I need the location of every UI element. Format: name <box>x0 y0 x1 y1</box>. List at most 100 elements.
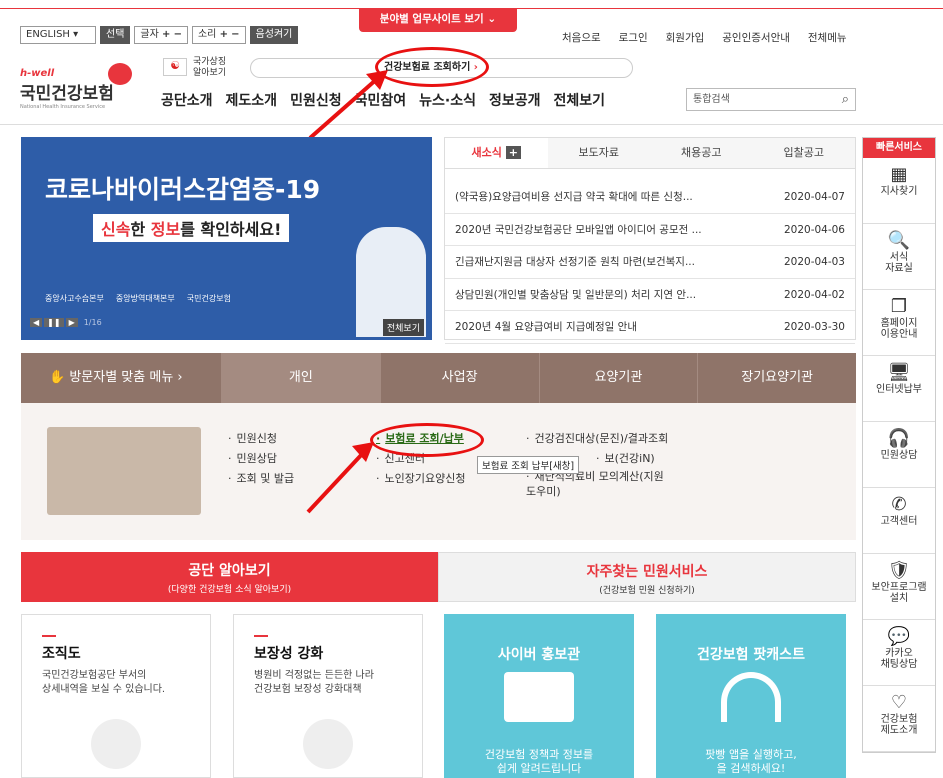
gnb-item[interactable]: 뉴스·소식 <box>419 93 476 109</box>
tab-news[interactable]: 새소식 + <box>445 138 548 168</box>
select-button[interactable]: 선택 <box>100 26 131 44</box>
hero-org: 중앙방역대책본부 <box>115 294 175 303</box>
quick-item[interactable]: 🛡 보안프로그램 설치 <box>863 554 935 620</box>
plus-icon[interactable]: + <box>162 29 170 40</box>
nav-join[interactable]: 회원가입 <box>666 32 705 44</box>
flag-icon[interactable]: ☯ <box>163 58 187 76</box>
tab-recruit[interactable]: 채용공고 <box>650 138 753 168</box>
visitor-title: ✋ 방문자별 맞춤 메뉴 › <box>49 370 183 385</box>
shield-icon: 🛡 <box>887 560 911 581</box>
tab-personal[interactable]: 개인 <box>221 353 380 403</box>
building-icon: ▦ <box>890 164 908 185</box>
minus-icon[interactable]: − <box>231 29 239 40</box>
nav-cert[interactable]: 공인인증서안내 <box>722 32 790 44</box>
quick-item[interactable]: 🎧 민원상담 <box>863 422 935 488</box>
quick-item-label: 보안프로그램 설치 <box>871 582 927 604</box>
menu-link[interactable]: 민원신청 <box>228 429 294 449</box>
gnb-item[interactable]: 전체보기 <box>554 93 606 109</box>
search-input-box[interactable]: 통합검색 ⌕ <box>686 88 856 111</box>
card-cyber[interactable]: 사이버 홍보관 건강보험 정책과 정보를 쉽게 알려드립니다 <box>444 614 634 778</box>
sound-control[interactable]: 소리 + − <box>191 26 246 44</box>
font-size-control[interactable]: 글자 + − <box>134 26 188 44</box>
video-icon <box>504 672 574 722</box>
menu-link[interactable]: 조회 및 발급 <box>228 469 295 489</box>
org-chart-icon <box>91 719 141 769</box>
logo[interactable]: h-well 국민건강보험 National Health Insurance … <box>20 68 114 110</box>
nav-home[interactable]: 처음으로 <box>562 32 601 44</box>
visitor-photo <box>47 427 201 515</box>
nav-all[interactable]: 전체메뉴 <box>808 32 847 44</box>
promo-right-sub: (건강보험 민원 신청하기) <box>599 586 695 596</box>
slide-counter: 1/16 <box>83 318 102 327</box>
card-podcast[interactable]: 건강보험 팟캐스트 팟빵 앱을 실행하고, 을 검색하세요! <box>656 614 846 778</box>
heart-hands-icon <box>303 719 353 769</box>
visitor-menu: ✋ 방문자별 맞춤 메뉴 › 개인 사업장 요양기관 장기요양기관 민원신청 민… <box>21 353 856 540</box>
gnb-item[interactable]: 정보공개 <box>489 93 541 109</box>
hero-banner[interactable]: 코로나바이러스감염증-19 신속한 정보를 확인하세요! 중앙사고수습본부 중앙방… <box>21 137 432 340</box>
nav-login[interactable]: 로그인 <box>619 32 648 44</box>
hero-org: 중앙사고수습본부 <box>45 294 104 303</box>
view-all-button[interactable]: 전체보기 <box>382 319 424 336</box>
promo-right-title: 자주찾는 민원서비스 <box>586 564 708 580</box>
card-org[interactable]: 조직도 국민건강보험공단 부서의 상세내역을 보실 수 있습니다. <box>21 614 211 778</box>
tab-bid[interactable]: 입찰공고 <box>752 138 855 168</box>
quick-item[interactable]: ♡ 건강보험 제도소개 <box>863 686 935 752</box>
quick-item[interactable]: 🖥 인터넷납부 <box>863 356 935 422</box>
heart-icon: ♡ <box>890 692 908 713</box>
quick-item-label: 인터넷납부 <box>876 384 922 395</box>
annotation-arrow <box>306 442 374 514</box>
search-icon[interactable]: ⌕ <box>842 89 849 110</box>
prev-icon[interactable]: ◀ <box>30 318 43 327</box>
quick-item[interactable]: 💬 카카오 채팅상담 <box>863 620 935 686</box>
quick-item[interactable]: ✆ 고객센터 <box>863 488 935 554</box>
plant-icon: ✋ <box>49 370 66 385</box>
tab-business[interactable]: 사업장 <box>379 353 539 403</box>
headphone-icon <box>721 672 781 722</box>
news-item[interactable]: (약국용)요양급여비용 선지급 약국 확대에 따른 신청... 2020-04-0… <box>445 181 855 214</box>
tooltip: 보험료 조회 납부[새창] <box>477 456 580 474</box>
quick-service-panel: 빠른서비스 ▦ 지사찾기 🔍 서식 자료실 ❐ 홈페이지 이용안내 🖥 인터넷납부 🎧 민원상담 ✆… <box>862 137 936 753</box>
plus-icon[interactable]: + <box>220 29 228 40</box>
menu-link[interactable]: 민원상담 <box>228 449 294 469</box>
menu-link[interactable]: 건강검진대상(문진)/결과조회 <box>526 429 669 449</box>
quick-item[interactable]: ❐ 홈페이지 이용안내 <box>863 290 935 356</box>
news-item[interactable]: 긴급재난지원금 대상자 선정기준 원칙 마련(보건복지... 2020-04-03 <box>445 246 855 279</box>
news-item[interactable]: 2020년 국민건강보험공단 모바일앱 아이디어 공모전 ... 2020-04-… <box>445 214 855 246</box>
tab-care[interactable]: 요양기관 <box>538 353 698 403</box>
phone-icon: ✆ <box>891 494 907 515</box>
card-coverage[interactable]: 보장성 강화 병원비 걱정없는 든든한 나라 건강보험 보장성 강화대책 <box>233 614 423 778</box>
heart-logo-icon <box>108 63 132 85</box>
news-item[interactable]: 상담민원(개인별 맞춤상담 및 일반문의) 처리 지연 안... 2020-04-… <box>445 279 855 311</box>
quick-item-label: 지사찾기 <box>880 186 918 197</box>
gnb-item[interactable]: 공단소개 <box>161 93 213 109</box>
quick-item-label: 민원상담 <box>880 450 918 461</box>
promo-right[interactable]: 자주찾는 민원서비스 (건강보험 민원 신청하기) <box>438 552 856 602</box>
quick-title: 빠른서비스 <box>863 138 935 158</box>
banner-label: 분야별 업무사이트 보기 <box>379 13 484 25</box>
headset-icon: 🎧 <box>887 428 911 449</box>
next-icon[interactable]: ▶ <box>65 318 78 327</box>
tab-press[interactable]: 보도자료 <box>547 138 650 168</box>
doc-search-icon: 🔍 <box>887 230 911 251</box>
language-select[interactable]: ENGLISH ▾ <box>20 26 96 44</box>
quick-item-label: 홈페이지 이용안내 <box>880 318 918 340</box>
pause-icon[interactable]: ❚❚ <box>44 318 64 327</box>
site-banner-button[interactable]: 분야별 업무사이트 보기 ⌄ <box>359 8 517 32</box>
hero-title: 코로나바이러스감염증-19 <box>45 175 321 204</box>
quick-item[interactable]: 🔍 서식 자료실 <box>863 224 935 290</box>
quick-item-label: 서식 자료실 <box>885 252 913 274</box>
quick-item[interactable]: ▦ 지사찾기 <box>863 158 935 224</box>
gnb-item[interactable]: 제도소개 <box>226 93 278 109</box>
flag-text[interactable]: 국가상징 알아보기 <box>193 57 226 79</box>
news-item[interactable]: 2020년 4월 요양급여비 지급예정일 안내 2020-03-30 <box>445 311 855 344</box>
hero-subtitle: 신속한 정보를 확인하세요! <box>93 214 290 242</box>
chevron-down-icon: ⌄ <box>487 13 497 25</box>
logo-eng: National Health Insurance Service <box>20 104 106 110</box>
minus-icon[interactable]: − <box>174 29 182 40</box>
quick-item-label: 건강보험 제도소개 <box>880 714 918 736</box>
plus-icon[interactable]: + <box>505 146 521 159</box>
promo-left[interactable]: 공단 알아보기 (다양한 건강보험 소식 알아보기) <box>21 552 438 602</box>
promo-left-title: 공단 알아보기 <box>188 563 271 579</box>
voice-button[interactable]: 음성켜기 <box>249 26 299 44</box>
tab-longterm[interactable]: 장기요양기관 <box>697 353 856 403</box>
